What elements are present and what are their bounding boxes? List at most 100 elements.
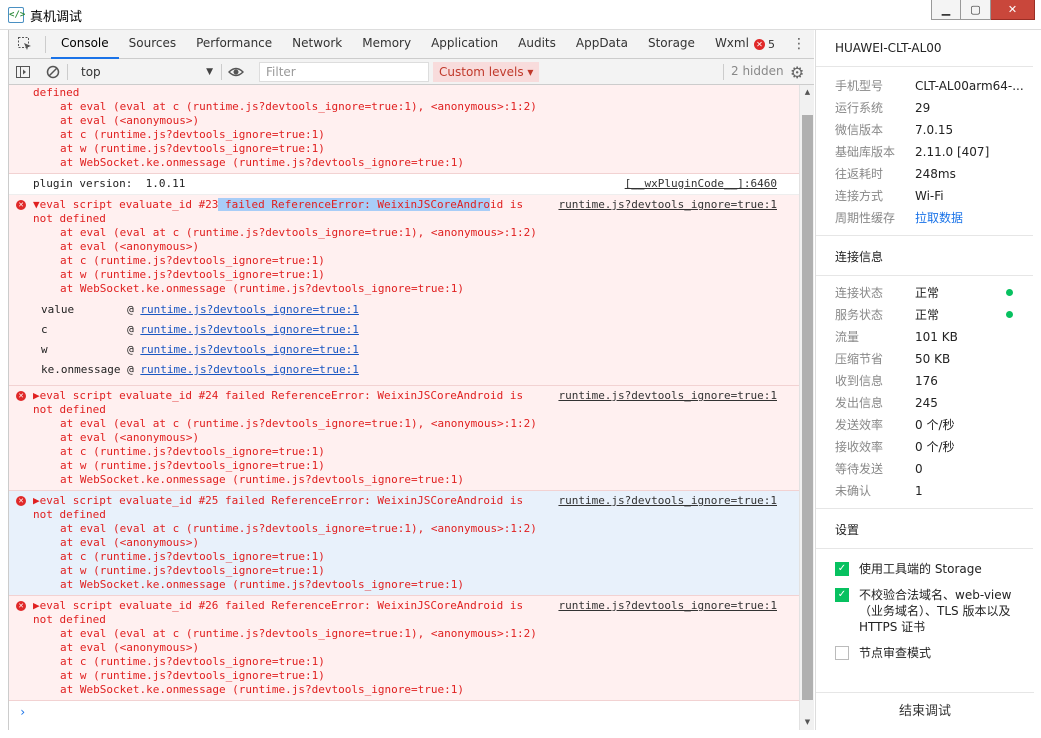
console-error-26[interactable]: ✕ ▶eval script evaluate_id #26 failed Re… bbox=[9, 596, 799, 701]
stack-frame: at eval (eval at c (runtime.js?devtools_… bbox=[60, 226, 537, 239]
tab-audits[interactable]: Audits bbox=[508, 30, 566, 59]
error-count-badge[interactable]: ✕ 5 bbox=[754, 37, 775, 52]
info-value: 0 bbox=[915, 462, 923, 476]
stack-frame: at eval (<anonymous>) bbox=[60, 431, 200, 444]
stack-frame: at eval (<anonymous>) bbox=[60, 536, 200, 549]
frame-source-link[interactable]: runtime.js?devtools_ignore=true:1 bbox=[140, 363, 359, 376]
dropdown-arrow-icon: ▼ bbox=[206, 67, 213, 77]
info-row: 手机型号 CLT-AL00arm64-... bbox=[816, 75, 1033, 97]
info-row: 发送效率 0 个/秒 bbox=[816, 414, 1033, 436]
console-error-23[interactable]: ✕ ▼eval script evaluate_id #23 failed Re… bbox=[9, 195, 799, 386]
stack-frame: at eval (eval at c (runtime.js?devtools_… bbox=[60, 100, 537, 113]
tab-appdata[interactable]: AppData bbox=[566, 30, 638, 59]
info-label: 手机型号 bbox=[835, 79, 884, 93]
tab-application[interactable]: Application bbox=[421, 30, 508, 59]
stack-frame-entry: c @ runtime.js?devtools_ignore=true:1 bbox=[41, 320, 775, 340]
connection-info-list: 连接状态 正常 服务状态 正常 流量 101 KB 压缩节省 50 KB 收到信息 176 发出信息… bbox=[816, 282, 1033, 502]
tab-performance[interactable]: Performance bbox=[186, 30, 282, 59]
console-error-25[interactable]: ✕ ▶eval script evaluate_id #25 failed Re… bbox=[9, 491, 799, 596]
window-titlebar: </> 真机调试 ▁ ▢ ✕ bbox=[0, 0, 1041, 30]
setting-label: 不校验合法域名、web-view（业务域名）、TLS 版本以及 HTTPS 证书 bbox=[859, 588, 1012, 634]
devtools-tabs: Console Sources Performance Network Memory Ap… bbox=[51, 30, 759, 59]
checkbox-checked-icon[interactable]: ✓ bbox=[835, 562, 849, 576]
fetch-data-link[interactable]: 拉取数据 bbox=[915, 211, 963, 225]
info-value: 50 KB bbox=[915, 352, 951, 366]
toolbar-separator bbox=[221, 64, 222, 80]
tab-wxml[interactable]: Wxml bbox=[705, 30, 759, 59]
setting-checkbox-row[interactable]: ✓ 不校验合法域名、web-view（业务域名）、TLS 版本以及 HTTPS 证… bbox=[816, 587, 1033, 635]
toolbar-separator bbox=[67, 64, 68, 80]
console-error-partial: defined at eval (eval at c (runtime.js?d… bbox=[9, 85, 799, 174]
sidebar-toggle-icon[interactable] bbox=[15, 64, 31, 80]
stack-frame: at c (runtime.js?devtools_ignore=true:1) bbox=[60, 445, 325, 458]
log-levels-dropdown[interactable]: Custom levels ▾ bbox=[433, 62, 540, 82]
clear-console-icon[interactable] bbox=[45, 64, 61, 80]
frame-source-link[interactable]: runtime.js?devtools_ignore=true:1 bbox=[140, 323, 359, 336]
stack-trace: at eval (eval at c (runtime.js?devtools_… bbox=[33, 627, 775, 697]
stack-frame: at eval (eval at c (runtime.js?devtools_… bbox=[60, 522, 537, 535]
checkbox-unchecked-icon[interactable] bbox=[835, 646, 849, 660]
setting-checkbox-row[interactable]: 节点审查模式 bbox=[816, 645, 1033, 661]
device-name: HUAWEI-CLT-AL00 bbox=[816, 30, 1033, 67]
stack-trace: at eval (eval at c (runtime.js?devtools_… bbox=[33, 522, 775, 592]
info-label: 等待发送 bbox=[835, 462, 884, 476]
tab-memory[interactable]: Memory bbox=[352, 30, 421, 59]
source-link[interactable]: runtime.js?devtools_ignore=true:1 bbox=[558, 198, 777, 212]
source-link[interactable]: [__wxPluginCode__]:6460 bbox=[625, 177, 777, 191]
info-label: 压缩节省 bbox=[835, 352, 884, 366]
info-value: 2.11.0 [407] bbox=[915, 145, 990, 159]
source-link[interactable]: runtime.js?devtools_ignore=true:1 bbox=[558, 599, 777, 613]
source-link[interactable]: runtime.js?devtools_ignore=true:1 bbox=[558, 389, 777, 403]
info-value: 正常 bbox=[915, 308, 940, 322]
info-row: 服务状态 正常 bbox=[816, 304, 1033, 326]
error-text-cont: not defined bbox=[33, 403, 106, 416]
stack-frame: at w (runtime.js?devtools_ignore=true:1) bbox=[60, 459, 325, 472]
tab-storage[interactable]: Storage bbox=[638, 30, 705, 59]
scroll-up-icon[interactable]: ▲ bbox=[800, 85, 815, 100]
more-options-icon[interactable]: ⋮ bbox=[792, 36, 806, 52]
checkbox-checked-icon[interactable]: ✓ bbox=[835, 588, 849, 602]
info-row: 连接状态 正常 bbox=[816, 282, 1033, 304]
info-value: 1 bbox=[915, 484, 923, 498]
close-icon: ✕ bbox=[1007, 3, 1018, 16]
scrollbar-thumb[interactable] bbox=[802, 115, 813, 700]
end-debug-button[interactable]: 结束调试 bbox=[816, 692, 1034, 730]
gear-icon[interactable]: ⚙ bbox=[790, 63, 804, 82]
context-selector[interactable]: top ▼ bbox=[73, 62, 213, 82]
devtools-pane: Console Sources Performance Network Memory Ap… bbox=[8, 30, 814, 730]
setting-checkbox-row[interactable]: ✓ 使用工具端的 Storage bbox=[816, 561, 1033, 577]
minimize-button[interactable]: ▁ bbox=[931, 0, 961, 20]
tab-console[interactable]: Console bbox=[51, 30, 119, 59]
stack-frame: at WebSocket.ke.onmessage (runtime.js?de… bbox=[60, 578, 464, 591]
eye-icon[interactable] bbox=[228, 64, 244, 80]
info-row: 基础库版本 2.11.0 [407] bbox=[816, 141, 1033, 163]
window-title: 真机调试 bbox=[30, 10, 83, 25]
source-link[interactable]: runtime.js?devtools_ignore=true:1 bbox=[558, 494, 777, 508]
frame-source-link[interactable]: runtime.js?devtools_ignore=true:1 bbox=[140, 303, 359, 316]
info-label: 周期性缓存 bbox=[835, 211, 896, 225]
info-label: 发送效率 bbox=[835, 418, 884, 432]
close-button[interactable]: ✕ bbox=[991, 0, 1035, 20]
stack-frame: at c (runtime.js?devtools_ignore=true:1) bbox=[60, 254, 325, 267]
scroll-down-icon[interactable]: ▼ bbox=[800, 715, 815, 730]
info-label: 连接状态 bbox=[835, 286, 884, 300]
console-error-24[interactable]: ✕ ▶eval script evaluate_id #24 failed Re… bbox=[9, 386, 799, 491]
maximize-button[interactable]: ▢ bbox=[961, 0, 991, 20]
filter-input[interactable] bbox=[259, 62, 429, 82]
info-row: 微信版本 7.0.15 bbox=[816, 119, 1033, 141]
info-value: 248ms bbox=[915, 167, 956, 181]
code-icon: </> bbox=[8, 7, 25, 23]
info-value: CLT-AL00arm64-... bbox=[915, 79, 1024, 93]
stack-frame-entry: ke.onmessage @ runtime.js?devtools_ignor… bbox=[41, 360, 775, 380]
stack-frame: at eval (<anonymous>) bbox=[60, 114, 200, 127]
console-scrollbar[interactable]: ▲ ▼ bbox=[799, 85, 814, 730]
tab-network[interactable]: Network bbox=[282, 30, 352, 59]
info-row: 发出信息 245 bbox=[816, 392, 1033, 414]
stack-frame: at eval (<anonymous>) bbox=[60, 240, 200, 253]
inspect-element-icon[interactable] bbox=[17, 36, 33, 52]
stack-frame: at WebSocket.ke.onmessage (runtime.js?de… bbox=[60, 156, 464, 169]
frame-source-link[interactable]: runtime.js?devtools_ignore=true:1 bbox=[140, 343, 359, 356]
tab-sources[interactable]: Sources bbox=[119, 30, 186, 59]
console-prompt[interactable]: › bbox=[9, 701, 799, 723]
info-row: 接收效率 0 个/秒 bbox=[816, 436, 1033, 458]
